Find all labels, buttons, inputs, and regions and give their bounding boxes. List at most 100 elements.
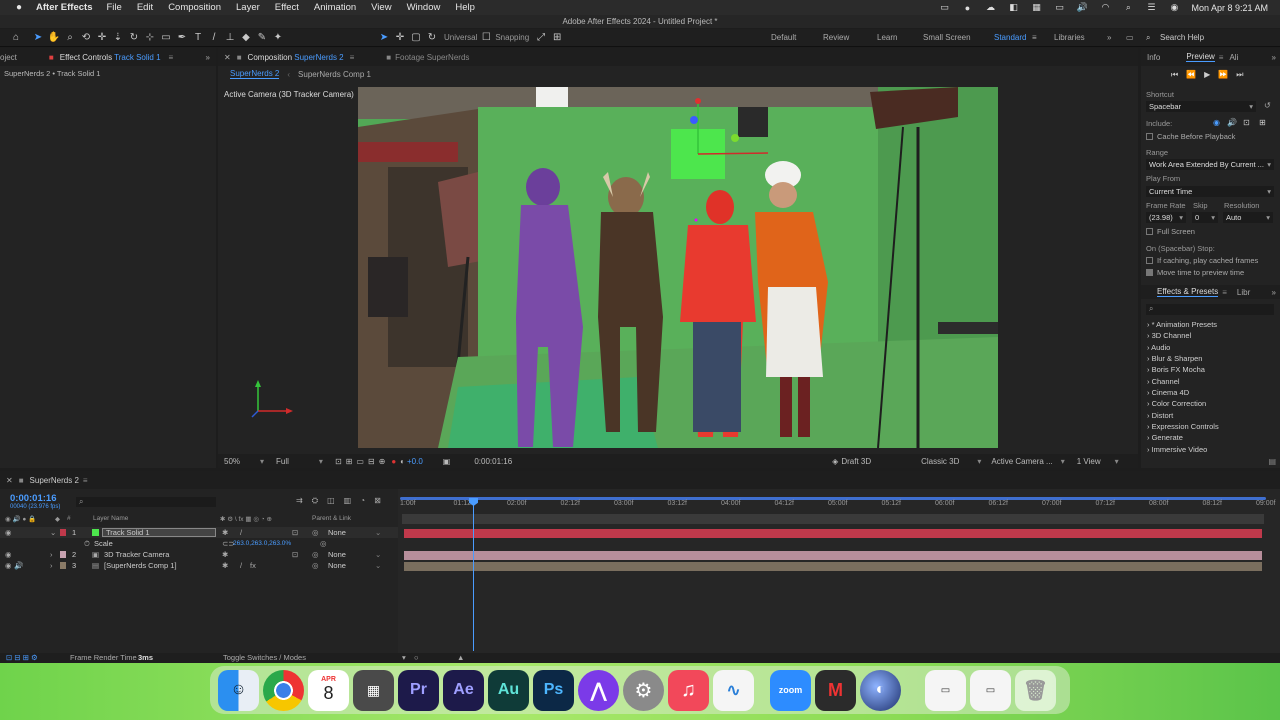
exposure-value[interactable]: +0.0 [407,457,423,466]
close-timeline-icon[interactable]: ✕ [6,476,13,485]
hand-tool-icon[interactable]: ✋ [46,30,62,46]
dock-app[interactable]: Ae [443,669,484,711]
effects-search-input[interactable]: ⌕ [1146,304,1274,315]
include-video-icon[interactable]: ◉ [1213,118,1220,127]
previous-frame-icon[interactable]: ⏪ [1186,70,1196,80]
dock-app[interactable]: Au [488,669,529,711]
snap-grid-icon[interactable]: ⊞ [549,30,565,46]
rectangle-tool-icon[interactable]: ▭ [158,30,174,46]
tab-project[interactable]: oject [0,53,17,62]
dock-app[interactable]: ⋀ [578,669,619,711]
right-overflow-icon[interactable]: » [1272,53,1276,62]
layer-1-parent[interactable]: None [328,528,346,537]
layer-2-parent[interactable]: None [328,550,346,559]
layer-3-audio-icon[interactable]: 🔊 [14,561,23,570]
roi-icon[interactable]: ⊡ [335,457,342,466]
selection-tool-icon[interactable]: ➤ [30,30,46,46]
axis-select-icon[interactable]: ➤ [376,30,392,46]
scale-value[interactable]: 263.0,263.0,263.0% [233,540,291,547]
renderer-arrow-icon[interactable]: ▾ [977,457,981,466]
axis-move-icon[interactable]: ✛ [392,30,408,46]
layer-1-color-label[interactable] [60,529,66,536]
layer-2-shy-icon[interactable]: ✱ [222,550,228,559]
layer-2-parent-arrow-icon[interactable]: ⌄ [375,550,381,559]
control-center-icon[interactable]: ☰ [1145,2,1157,13]
frame-blending-icon[interactable]: ▥ [344,496,352,506]
dock-app[interactable]: ∿ [713,669,754,711]
layer-2-pickwhip-icon[interactable]: ◎ [312,550,319,559]
layer-row-1[interactable]: ◉ ⌄ 1 Track Solid 1 ✱ / ⊡ ◎ None ⌄ [0,527,398,538]
playhead[interactable] [473,501,474,651]
full-screen-checkbox[interactable]: Full Screen [1146,227,1195,236]
composition-viewer[interactable] [358,87,998,448]
tab-info[interactable]: Info [1147,53,1160,62]
effects-list-item[interactable]: › Blur & Sharpen [1147,354,1202,363]
workspace-review[interactable]: Review [823,29,849,47]
dock-app[interactable]: ☺ [218,669,259,711]
workspace-libraries[interactable]: Libraries [1054,29,1085,47]
pen-tool-icon[interactable]: ✒ [174,30,190,46]
lock-icon[interactable]: ■ [49,53,54,62]
layer-1-expand-icon[interactable]: ⌄ [50,528,56,537]
orbit-camera-icon[interactable]: ⟲ [78,30,94,46]
workspace-default[interactable]: Default [771,29,796,47]
screen-icon[interactable]: ▭ [938,2,950,13]
layer-row-3[interactable]: ◉ 🔊 › 3 ▤ [SuperNerds Comp 1] ✱ / fx ◎ N… [0,560,398,571]
view-layout-arrow-icon[interactable]: ▾ [1115,457,1119,466]
graph-editor-icon[interactable]: ⊠ [374,496,381,506]
timeline-menu-icon[interactable]: ≡ [83,476,88,485]
dock-app[interactable]: ▦ [353,669,394,711]
eraser-tool-icon[interactable]: ◆ [238,30,254,46]
layer-3-parent[interactable]: None [328,561,346,570]
menu-app-name[interactable]: After Effects [36,2,93,13]
search-help-field[interactable]: ⌕ Search Help [1142,31,1272,45]
render-status-icons[interactable]: ⊡ ⊟ ⊞ ⚙ [6,653,38,662]
workspace-panel-icon[interactable]: ▭ [1126,29,1134,47]
resolution-arrow-icon[interactable]: ▾ [319,457,323,466]
tab-align[interactable]: Ali [1229,53,1238,62]
pan-behind-icon[interactable]: ⊹ [142,30,158,46]
view-camera-arrow-icon[interactable]: ▾ [1061,457,1065,466]
dock-app[interactable] [263,669,304,711]
resolution-dropdown[interactable]: Full [276,457,289,466]
dock-app[interactable]: Pr [398,669,439,711]
layer-2-3d-icon[interactable]: ⊡ [292,550,298,559]
menu-view[interactable]: View [371,2,391,13]
play-icon[interactable]: ▶ [1204,70,1210,80]
footage-lock-icon[interactable]: ■ [386,53,391,62]
layer-1-name[interactable]: Track Solid 1 [102,528,216,537]
subtab-supernerds-comp-1[interactable]: SuperNerds Comp 1 [298,70,371,79]
spotlight-icon[interactable]: ⌕ [1122,2,1134,13]
effects-list-item[interactable]: › Audio [1147,343,1170,352]
dock-app[interactable]: ◐ [860,669,901,711]
panel-overflow-icon[interactable]: » [206,53,210,62]
timeline-tab-supernerds-2[interactable]: SuperNerds 2 [30,476,79,485]
zoom-dropdown-arrow-icon[interactable]: ▾ [260,457,264,466]
zoom-in-icon[interactable]: ▲ [457,653,464,662]
time-navigator[interactable] [402,514,1264,524]
layer-3-name[interactable]: [SuperNerds Comp 1] [104,561,177,570]
composition-flowchart-icon[interactable]: ⇉ [296,496,303,506]
include-layers-icon[interactable]: ⊞ [1259,118,1266,127]
subtab-supernerds-2[interactable]: SuperNerds 2 [230,69,280,79]
workspace-overflow-icon[interactable]: » [1107,29,1111,47]
dock-app[interactable]: ♫ [668,669,709,711]
layer-3-visibility-icon[interactable]: ◉ [5,561,12,570]
parent-link-header[interactable]: Parent & Link [312,515,351,522]
axis-scale-icon[interactable]: ▢ [408,30,424,46]
layer-3-quality-icon[interactable]: / [240,561,242,570]
cache-before-playback-checkbox[interactable]: Cache Before Playback [1146,132,1235,141]
layer-1-3d-icon[interactable]: ⊡ [292,528,298,537]
layer-3-shy-icon[interactable]: ✱ [222,561,228,570]
play-from-dropdown[interactable]: Current Time [1146,186,1274,197]
comp-timecode[interactable]: 0:00:01:16 [474,457,512,466]
shortcut-dropdown[interactable]: Spacebar [1146,101,1256,112]
menu-layer[interactable]: Layer [236,2,260,13]
transparency-grid-icon[interactable]: ⊞ [346,457,353,466]
menu-file[interactable]: File [107,2,122,13]
effects-list-item[interactable]: › Immersive Video [1147,445,1207,454]
draft-3d-label[interactable]: Draft 3D [841,457,871,466]
effects-list-item[interactable]: › Generate [1147,433,1183,442]
menu-help[interactable]: Help [455,2,475,13]
menu-composition[interactable]: Composition [168,2,221,13]
